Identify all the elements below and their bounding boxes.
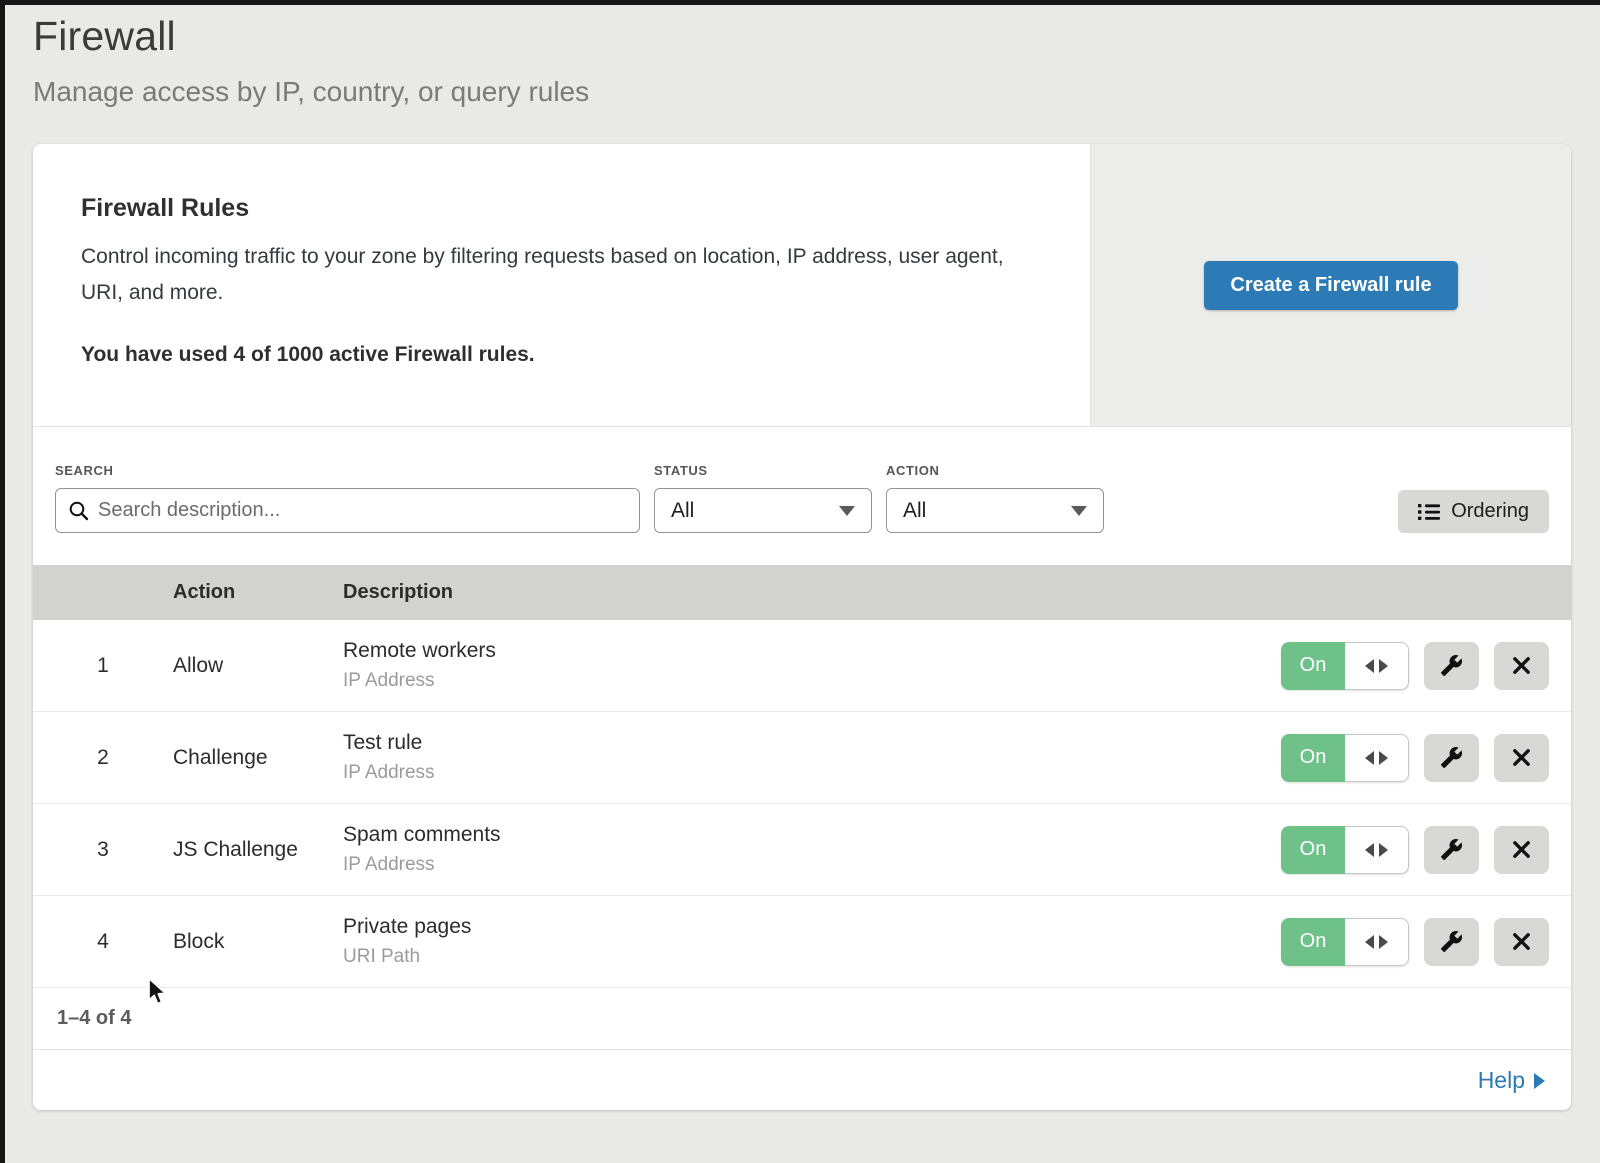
toggle-on-label[interactable]: On xyxy=(1281,734,1345,782)
rule-description-cell: Private pages URI Path xyxy=(343,915,1281,968)
close-icon xyxy=(1512,932,1531,951)
delete-rule-button[interactable] xyxy=(1494,826,1549,874)
rule-action: Allow xyxy=(173,654,343,678)
rule-enabled-toggle[interactable]: On xyxy=(1281,642,1409,690)
rules-intro-section: Firewall Rules Control incoming traffic … xyxy=(33,144,1571,426)
status-label: STATUS xyxy=(654,463,872,478)
rule-enabled-toggle[interactable]: On xyxy=(1281,826,1409,874)
rule-description-cell: Test rule IP Address xyxy=(343,731,1281,784)
pagination: 1–4 of 4 xyxy=(33,988,1571,1050)
rules-table: Action Description 1 Allow Remote worker… xyxy=(33,565,1571,1050)
rule-description: Private pages xyxy=(343,915,1281,939)
card-footer: Help xyxy=(33,1050,1571,1110)
rules-heading: Firewall Rules xyxy=(81,194,1042,223)
rule-priority: 2 xyxy=(33,746,173,770)
rule-description-cell: Remote workers IP Address xyxy=(343,639,1281,692)
delete-rule-button[interactable] xyxy=(1494,642,1549,690)
rule-action: Block xyxy=(173,930,343,954)
edit-rule-button[interactable] xyxy=(1424,642,1479,690)
table-row: 3 JS Challenge Spam comments IP Address … xyxy=(33,804,1571,896)
triangle-right-icon xyxy=(1534,1073,1545,1089)
rule-priority: 1 xyxy=(33,654,173,678)
toggle-arrows-icon[interactable] xyxy=(1345,734,1409,782)
page-header: Firewall Manage access by IP, country, o… xyxy=(5,5,1600,108)
toggle-on-label[interactable]: On xyxy=(1281,642,1345,690)
rule-field: URI Path xyxy=(343,946,1281,968)
close-icon xyxy=(1512,656,1531,675)
rule-description: Test rule xyxy=(343,731,1281,755)
rule-field: IP Address xyxy=(343,670,1281,692)
description-column-header: Description xyxy=(343,581,1571,604)
action-column-header: Action xyxy=(173,581,343,604)
status-select-value: All xyxy=(671,499,694,523)
ordering-button-label: Ordering xyxy=(1451,500,1529,523)
table-row: 4 Block Private pages URI Path On xyxy=(33,896,1571,988)
delete-rule-button[interactable] xyxy=(1494,918,1549,966)
action-select[interactable]: All xyxy=(886,488,1104,533)
search-icon xyxy=(68,500,89,521)
wrench-icon xyxy=(1440,746,1463,769)
filters-bar: SEARCH STATUS All ACTION All xyxy=(33,426,1571,565)
rules-table-body: 1 Allow Remote workers IP Address On xyxy=(33,620,1571,988)
table-header-row: Action Description xyxy=(33,565,1571,620)
rule-description: Spam comments xyxy=(343,823,1281,847)
rule-field: IP Address xyxy=(343,854,1281,876)
toggle-arrows-icon[interactable] xyxy=(1345,918,1409,966)
edit-rule-button[interactable] xyxy=(1424,826,1479,874)
chevron-down-icon xyxy=(1071,506,1087,516)
toggle-arrows-icon[interactable] xyxy=(1345,826,1409,874)
ordering-button[interactable]: Ordering xyxy=(1398,490,1549,533)
rule-priority: 3 xyxy=(33,838,173,862)
search-input[interactable] xyxy=(98,499,627,522)
pagination-text: 1–4 of 4 xyxy=(57,1007,131,1030)
help-link[interactable]: Help xyxy=(1478,1067,1545,1094)
create-firewall-rule-button[interactable]: Create a Firewall rule xyxy=(1204,261,1457,310)
table-row: 1 Allow Remote workers IP Address On xyxy=(33,620,1571,712)
table-row: 2 Challenge Test rule IP Address On xyxy=(33,712,1571,804)
action-select-value: All xyxy=(903,499,926,523)
rules-description: Control incoming traffic to your zone by… xyxy=(81,239,1031,311)
rule-action: JS Challenge xyxy=(173,838,343,862)
wrench-icon xyxy=(1440,838,1463,861)
rule-description-cell: Spam comments IP Address xyxy=(343,823,1281,876)
rule-priority: 4 xyxy=(33,930,173,954)
search-box[interactable] xyxy=(55,488,640,533)
firewall-rules-card: Firewall Rules Control incoming traffic … xyxy=(33,144,1571,1110)
rule-action: Challenge xyxy=(173,746,343,770)
rule-description: Remote workers xyxy=(343,639,1281,663)
close-icon xyxy=(1512,840,1531,859)
search-label: SEARCH xyxy=(55,463,640,478)
close-icon xyxy=(1512,748,1531,767)
rule-field: IP Address xyxy=(343,762,1281,784)
toggle-arrows-icon[interactable] xyxy=(1345,642,1409,690)
delete-rule-button[interactable] xyxy=(1494,734,1549,782)
page-title: Firewall xyxy=(33,13,1600,60)
help-link-label: Help xyxy=(1478,1067,1525,1094)
rule-enabled-toggle[interactable]: On xyxy=(1281,734,1409,782)
edit-rule-button[interactable] xyxy=(1424,734,1479,782)
page-subtitle: Manage access by IP, country, or query r… xyxy=(33,76,1600,108)
wrench-icon xyxy=(1440,930,1463,953)
create-rule-panel: Create a Firewall rule xyxy=(1090,144,1571,426)
action-label: ACTION xyxy=(886,463,1104,478)
rule-enabled-toggle[interactable]: On xyxy=(1281,918,1409,966)
list-icon xyxy=(1418,503,1440,521)
edit-rule-button[interactable] xyxy=(1424,918,1479,966)
chevron-down-icon xyxy=(839,506,855,516)
toggle-on-label[interactable]: On xyxy=(1281,826,1345,874)
status-select[interactable]: All xyxy=(654,488,872,533)
rules-usage-note: You have used 4 of 1000 active Firewall … xyxy=(81,343,1042,367)
wrench-icon xyxy=(1440,654,1463,677)
toggle-on-label[interactable]: On xyxy=(1281,918,1345,966)
